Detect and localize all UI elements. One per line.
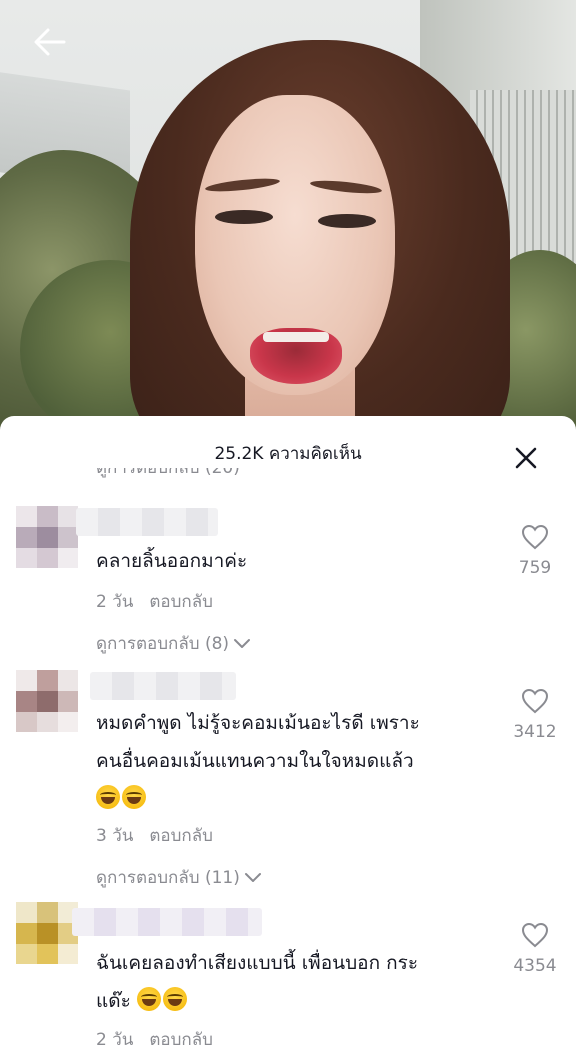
close-button[interactable] [512,444,540,472]
like-button[interactable]: 759 [505,524,565,578]
comment-text-line: คนอื่นคอมเม้นแทนความในใจหมดแล้ว [96,750,414,772]
comment-time: 2 วัน [96,1030,134,1050]
video-background[interactable] [0,0,576,430]
grinning-sweat-emoji-icon [96,785,120,809]
comment-meta: 2 วัน ตอบกลับ [96,588,213,615]
previous-view-replies-label: ดูการตอบกลับ (20) [96,468,240,478]
person-teeth [263,332,329,342]
avatar[interactable] [16,902,78,964]
like-count: 4354 [513,956,557,976]
comment-time: 3 วัน [96,826,134,846]
like-button[interactable]: 3412 [505,688,565,742]
chevron-down-icon [234,638,251,648]
comment-text-fragment: แด๊ะ [96,990,131,1012]
grinning-sweat-emoji-icon [122,785,146,809]
like-count: 3412 [513,722,557,742]
left-eye [215,210,273,224]
reply-button[interactable]: ตอบกลับ [149,592,213,612]
username-blurred[interactable] [76,508,218,536]
comment-meta: 3 วัน ตอบกลับ [96,822,213,849]
grinning-sweat-emoji-icon [136,987,161,1011]
comments-count-title: 25.2K ความคิดเห็น [214,444,362,464]
comments-sheet: 25.2K ความคิดเห็น ดูการตอบกลับ (20) คลาย… [0,416,576,1060]
view-replies-button[interactable]: ดูการตอบกลับ (11) [96,864,262,891]
view-replies-label: ดูการตอบกลับ (11) [96,868,240,888]
emoji-row [96,780,506,818]
view-replies-button[interactable]: ดูการตอบกลับ (8) [96,630,251,657]
heart-icon [521,524,549,550]
chevron-down-icon [244,872,261,882]
heart-icon [521,922,549,948]
view-replies-label: ดูการตอบกลับ (8) [96,634,230,654]
reply-button[interactable]: ตอบกลับ [149,1030,213,1050]
arrow-left-icon [34,28,66,56]
heart-icon [521,688,549,714]
right-eye [318,214,376,228]
comment-time: 2 วัน [96,592,134,612]
username-blurred[interactable] [72,908,262,936]
close-icon [515,447,537,469]
previous-view-replies-cut[interactable]: ดูการตอบกลับ (20) [96,468,240,480]
sheet-header: 25.2K ความคิดเห็น [0,416,576,482]
avatar[interactable] [16,506,78,568]
comment-text: หมดคำพูด ไม่รู้จะคอมเม้นอะไรดี เพราะ คนอ… [96,704,506,818]
avatar[interactable] [16,670,78,732]
comment-text-line: หมดคำพูด ไม่รู้จะคอมเม้นอะไรดี เพราะ [96,712,420,734]
back-button[interactable] [28,22,72,62]
comment-text: ฉันเคยลองทำเสียงแบบนี้ เพื่อนบอก กระ แด๊… [96,944,506,1020]
like-count: 759 [518,558,552,578]
grinning-sweat-emoji-icon [162,987,187,1011]
reply-button[interactable]: ตอบกลับ [149,826,213,846]
comment-text-line: แด๊ะ [96,982,506,1020]
comment-text: คลายลิ้นออกมาค่ะ [96,550,248,572]
comment-meta: 2 วัน ตอบกลับ [96,1026,213,1053]
like-button[interactable]: 4354 [505,922,565,976]
username-blurred[interactable] [90,672,236,700]
comment-text-line: ฉันเคยลองทำเสียงแบบนี้ เพื่อนบอก กระ [96,952,419,974]
